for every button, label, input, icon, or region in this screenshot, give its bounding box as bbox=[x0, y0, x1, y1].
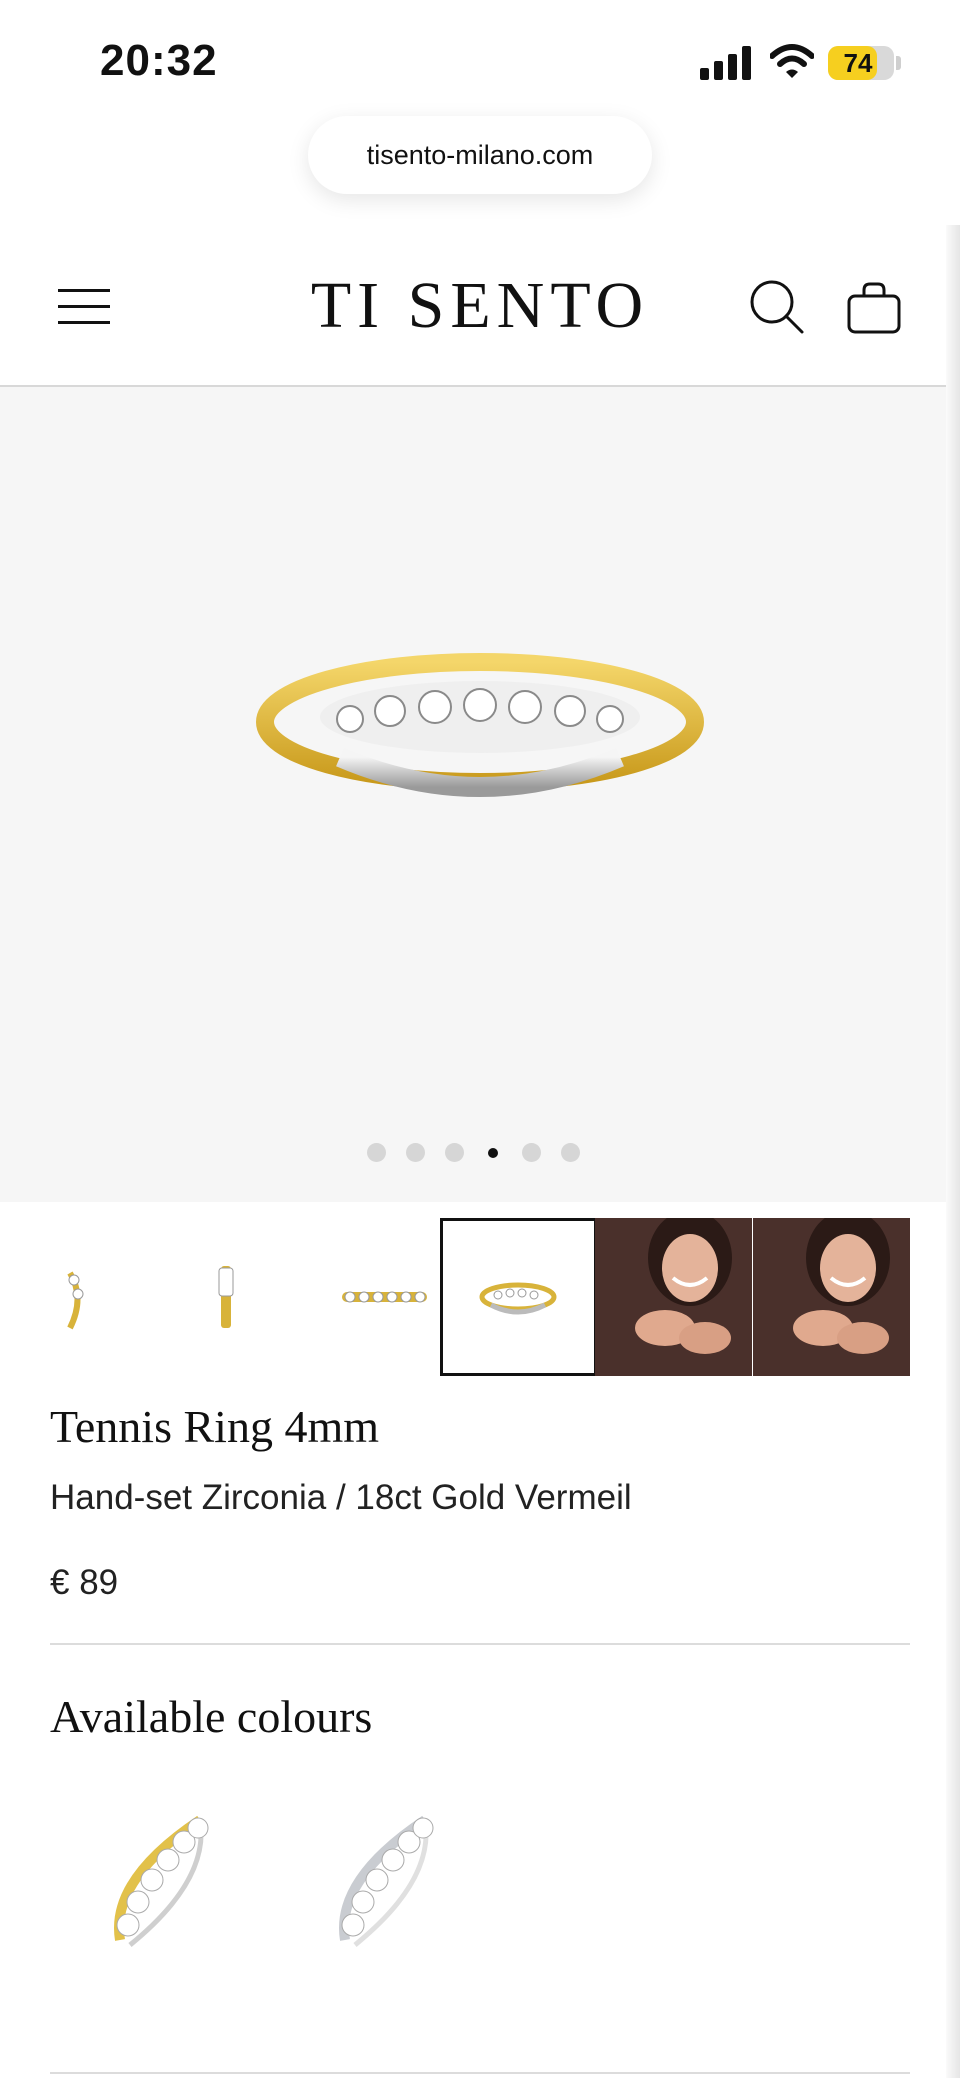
product-price: € 89 bbox=[50, 1563, 119, 1602]
status-bar: 20:32 74 bbox=[0, 0, 960, 110]
cellular-signal-icon bbox=[700, 46, 751, 80]
colour-option-gold[interactable] bbox=[80, 1790, 260, 1970]
model-photo-thumb-image bbox=[595, 1218, 752, 1376]
battery-icon: 74 bbox=[828, 46, 894, 80]
carousel-dot[interactable] bbox=[521, 1143, 541, 1162]
thumbnail-ring-side[interactable] bbox=[50, 1218, 147, 1376]
status-time: 20:32 bbox=[100, 36, 218, 85]
carousel-pagination[interactable] bbox=[0, 1143, 946, 1163]
ring-profile-thumb-image bbox=[218, 1266, 234, 1328]
carousel-dot[interactable] bbox=[560, 1143, 580, 1162]
ring-side-thumb-image bbox=[67, 1271, 84, 1330]
colour-option-silver[interactable] bbox=[305, 1790, 485, 1970]
model-photo-thumb-image bbox=[753, 1218, 910, 1376]
search-icon[interactable] bbox=[748, 278, 806, 336]
address-bar[interactable]: tisento-milano.com bbox=[308, 116, 652, 194]
divider bbox=[50, 1643, 910, 1645]
thumbnail-model-photo[interactable] bbox=[753, 1218, 910, 1376]
battery-level-text: 74 bbox=[843, 48, 873, 78]
address-bar-url: tisento-milano.com bbox=[366, 139, 594, 170]
ring-product-image bbox=[256, 653, 704, 797]
product-title: Tennis Ring 4mm bbox=[50, 1401, 380, 1452]
thumbnail-model-photo[interactable] bbox=[595, 1218, 752, 1376]
ring-front-thumb-image bbox=[479, 1282, 557, 1315]
brand-logo[interactable]: TI SENTO bbox=[280, 268, 680, 344]
available-colours-heading: Available colours bbox=[50, 1691, 373, 1742]
shopping-bag-icon[interactable] bbox=[846, 280, 902, 336]
silver-ring-swatch-image bbox=[339, 1815, 434, 1947]
wifi-icon bbox=[770, 44, 814, 78]
page-edge-shadow bbox=[946, 225, 960, 2078]
carousel-dot[interactable] bbox=[405, 1143, 425, 1162]
product-subtitle: Hand-set Zirconia / 18ct Gold Vermeil bbox=[50, 1478, 632, 1517]
thumbnail-ring-profile[interactable] bbox=[148, 1218, 305, 1376]
site-header: TI SENTO bbox=[0, 230, 946, 387]
thumbnail-strip[interactable] bbox=[50, 1218, 910, 1376]
carousel-dot[interactable] bbox=[444, 1143, 464, 1162]
carousel-dot[interactable] bbox=[366, 1143, 386, 1162]
carousel-dot-active[interactable] bbox=[487, 1147, 498, 1158]
hamburger-menu-icon[interactable] bbox=[58, 285, 110, 329]
gold-ring-swatch-image bbox=[114, 1815, 209, 1947]
battery-cap bbox=[896, 56, 901, 70]
thumbnail-ring-front[interactable] bbox=[440, 1218, 597, 1376]
product-image-carousel[interactable] bbox=[0, 387, 946, 1202]
divider bbox=[50, 2072, 910, 2074]
